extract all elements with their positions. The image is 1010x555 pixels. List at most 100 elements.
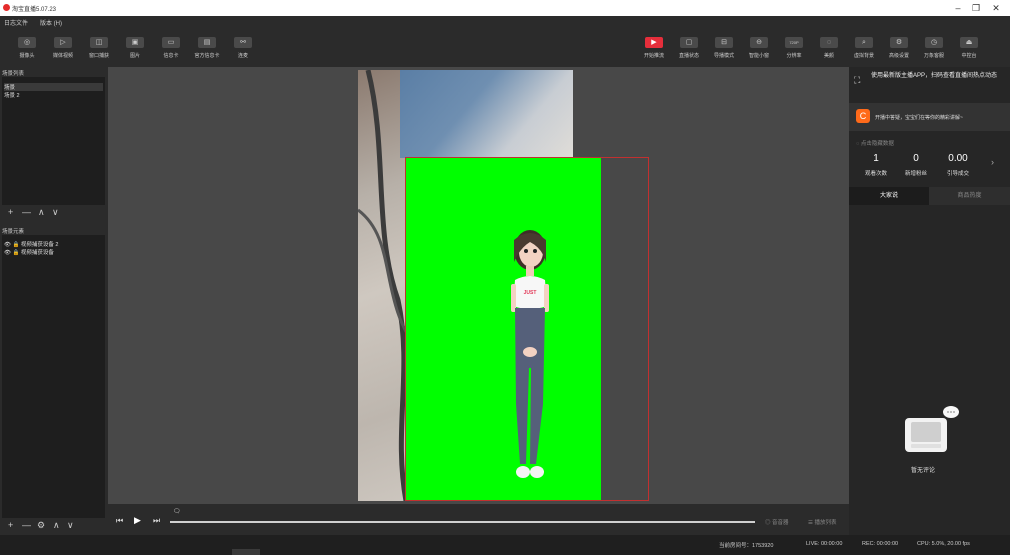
notice-text: 开播中答疑，宝宝们在等你的精彩讲解~ xyxy=(875,115,963,121)
move-scene-down-button[interactable]: ∨ xyxy=(52,207,59,218)
toolbar-label: 直播状态 xyxy=(678,53,699,59)
toolbar-label: 高级设置 xyxy=(888,53,909,59)
rec-duration: REC: 00:00:00 xyxy=(862,541,899,547)
menu-bar: 日志文件 版本 (H) xyxy=(0,16,1010,27)
beauty-icon: ◌ xyxy=(820,37,838,48)
director-icon: ⊟ xyxy=(715,37,733,48)
toolbar-virtual-bg-button[interactable]: ⌕ 虚拟背景 xyxy=(849,37,879,59)
toolbar-console-button[interactable]: ⏏ 中控台 xyxy=(954,37,984,59)
toolbar-label: 窗口捕获 xyxy=(88,53,109,59)
toolbar-advanced-settings-button[interactable]: ⚙ 高级设置 xyxy=(884,37,914,59)
maximize-button[interactable]: ❐ xyxy=(969,2,983,14)
toolbar-beauty-button[interactable]: ◌ 美颜 xyxy=(814,37,844,59)
toolbar-label: 官方信息卡 xyxy=(194,53,220,59)
source-item[interactable]: 👁 🔒 视频捕获设备 2 xyxy=(4,240,59,248)
toolbar-window-button[interactable]: ◫ 窗口捕获 xyxy=(84,37,114,59)
move-source-down-button[interactable]: ∨ xyxy=(67,520,74,531)
playlist-label: 播放列表 xyxy=(814,520,837,526)
remove-scene-button[interactable]: — xyxy=(22,207,31,217)
tab-everyone-says[interactable]: 大家说 xyxy=(849,187,929,205)
camera-background-surface xyxy=(400,70,573,158)
add-source-button[interactable]: + xyxy=(8,520,13,530)
toolbar-label: 虚拟背景 xyxy=(853,53,874,59)
promo-banner-text[interactable]: 使用最新版主播APP，扫码查看直播间热点动态 xyxy=(871,72,1005,81)
source-settings-button[interactable]: ⚙ xyxy=(37,520,45,531)
toolbar-customer-service-button[interactable]: ◷ 万象客服 xyxy=(919,37,949,59)
remove-source-button[interactable]: — xyxy=(22,520,31,530)
scene-item[interactable]: 场景 xyxy=(4,83,103,91)
toolbar-play-button[interactable]: ▷ 媒体视频 xyxy=(48,37,78,59)
start-stream-icon: ▶ xyxy=(645,37,663,48)
toolbar-camera-button[interactable]: ◎ 摄像头 xyxy=(12,37,42,59)
close-button[interactable]: ✕ xyxy=(989,2,1003,14)
source-list: 👁 🔒 视频捕获设备 2 👁 🔒 视频捕获设备 xyxy=(2,235,105,518)
right-panel: ⛶ 使用最新版主播APP，扫码查看直播间热点动态 C 开播中答疑，宝宝们在等你的… xyxy=(849,67,1010,535)
toolbar-start-stream-button[interactable]: ▶ 开始推流 xyxy=(639,37,669,59)
toolbar-director-button[interactable]: ⊟ 导播模式 xyxy=(709,37,739,59)
play-icon: ▷ xyxy=(54,37,72,48)
scene-item[interactable]: 场景 2 xyxy=(4,91,20,99)
eye-icon[interactable]: 👁 xyxy=(4,250,11,256)
window-title: 淘宝直播5.07.23 xyxy=(12,7,57,13)
mixer-icon: ◎ xyxy=(765,520,771,526)
scan-qr-icon: ⛶ xyxy=(854,75,861,85)
toolbar-image-button[interactable]: ▣ 图片 xyxy=(120,37,150,59)
hide-stats-toggle[interactable]: ◌ 点击隐藏数据 xyxy=(856,139,894,147)
minimize-button[interactable]: – xyxy=(951,2,965,14)
taobao-live-badge-icon: C xyxy=(856,109,870,123)
move-source-up-button[interactable]: ∧ xyxy=(53,520,60,531)
menu-version[interactable]: 版本 (H) xyxy=(40,18,62,27)
image-icon: ▣ xyxy=(126,37,144,48)
add-scene-button[interactable]: + xyxy=(8,207,13,217)
customer-service-icon: ◷ xyxy=(925,37,943,48)
toolbar-label: 媒体视频 xyxy=(52,53,73,59)
move-scene-up-button[interactable]: ∧ xyxy=(38,207,45,218)
hide-stats-label: 点击隐藏数据 xyxy=(860,141,894,147)
menu-log-files[interactable]: 日志文件 xyxy=(4,18,28,27)
new-fans-label: 新增粉丝 xyxy=(904,171,927,177)
previous-icon[interactable]: ⏮ xyxy=(116,516,123,526)
toolbar-label: 中控台 xyxy=(961,53,977,59)
resolution-icon: 720P xyxy=(785,37,803,48)
lock-icon[interactable]: 🔒 xyxy=(13,250,20,256)
toolbar-resolution-button[interactable]: 720P 分辨率 xyxy=(779,37,809,59)
link-mic-icon: ⚯ xyxy=(234,37,252,48)
play-button[interactable]: ▶ xyxy=(134,515,141,526)
comment-tabs: 大家说 商品热度 xyxy=(849,187,1010,205)
new-fans-value: 0 xyxy=(913,153,919,164)
toolbar-link-mic-button[interactable]: ⚯ 连麦 xyxy=(228,37,258,59)
selection-bounding-box[interactable] xyxy=(405,157,649,501)
mixer-button[interactable]: ◎ 音音器 xyxy=(765,518,789,526)
chevron-right-icon[interactable]: › xyxy=(991,157,994,167)
progress-slider[interactable] xyxy=(170,521,755,523)
toolbar-smart-window-button[interactable]: ⊖ 智能小窗 xyxy=(744,37,774,59)
taobao-live-logo-icon xyxy=(3,4,10,11)
eye-off-icon: ◌ xyxy=(856,141,860,147)
toolbar-live-status-button[interactable]: ▢ 直播状态 xyxy=(674,37,704,59)
console-icon: ⏏ xyxy=(960,37,978,48)
left-panel: 场景列表 场景 场景 2 + — ∧ ∨ 场景元素 👁 🔒 视频捕获设备 2 👁… xyxy=(0,67,108,535)
toolbar: ◎ 摄像头 ▷ 媒体视频 ◫ 窗口捕获 ▣ 图片 ▭ 信息卡 ▤ 官方信息卡 ⚯ 连麦 ▶ 开始推流 ▢ 直播状… xyxy=(0,27,1010,67)
notice-banner[interactable]: C 开播中答疑，宝宝们在等你的精彩讲解~ xyxy=(849,103,1010,131)
empty-comments-illustration-icon xyxy=(905,406,959,452)
toolbar-official-card-button[interactable]: ▤ 官方信息卡 xyxy=(192,37,222,59)
empty-comments-text: 暂无评论 xyxy=(911,468,936,474)
toolbar-label: 美颜 xyxy=(823,53,834,59)
comment-icon[interactable]: 🗨 xyxy=(173,508,181,515)
playback-bar: ⏮ ▶ ⏭ 🗨 ◎ 音音器 ☰ 播放列表 xyxy=(108,504,849,535)
toolbar-card-button[interactable]: ▭ 信息卡 xyxy=(156,37,186,59)
toolbar-label: 开始推流 xyxy=(643,53,664,59)
next-icon[interactable]: ⏭ xyxy=(153,516,160,526)
scene-elements-header: 场景元素 xyxy=(2,229,25,235)
toolbar-label: 摄像头 xyxy=(19,53,35,59)
toolbar-label: 图片 xyxy=(129,53,140,59)
conversions-value: 0.00 xyxy=(948,153,968,164)
window-icon: ◫ xyxy=(90,37,108,48)
horizontal-scrollbar[interactable] xyxy=(232,549,260,555)
scene-list: 场景 场景 2 xyxy=(2,77,105,205)
source-item[interactable]: 👁 🔒 视频捕获设备 xyxy=(4,248,54,256)
playlist-button[interactable]: ☰ 播放列表 xyxy=(808,518,836,526)
tab-product-heat[interactable]: 商品热度 xyxy=(929,187,1010,205)
conversions-label: 引导成交 xyxy=(946,171,969,177)
toolbar-label: 连麦 xyxy=(237,53,248,59)
